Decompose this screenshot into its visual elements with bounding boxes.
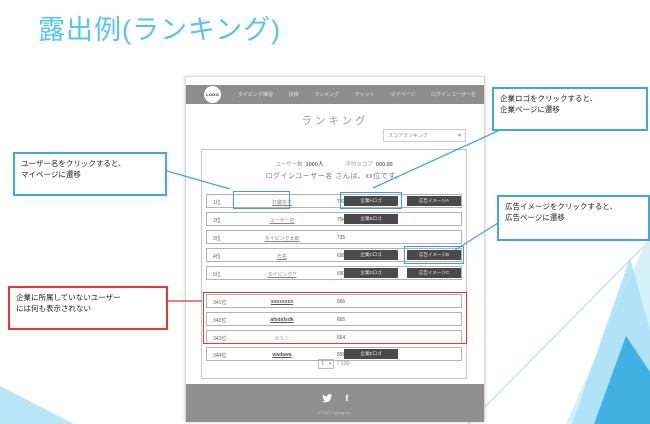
page-title: ランキング <box>186 113 484 128</box>
nav-item-chat[interactable]: チャット <box>355 91 375 98</box>
light-triangle <box>572 258 650 424</box>
username-you: あなた <box>242 335 322 342</box>
rank-cell: 344位 <box>213 352 226 359</box>
username-link[interactable]: タイピング太郎 <box>242 235 322 242</box>
company-logo-button[interactable]: 企業Cロゴ <box>344 250 398 260</box>
chevron-down-icon: ▾ <box>458 132 461 139</box>
site-footer: f © 2021 Typing Inc. <box>186 384 484 422</box>
rank-cell: 4位 <box>213 253 221 260</box>
users-value: 1000人 <box>306 162 324 168</box>
social-links: f <box>186 393 484 403</box>
score-cell: 666 <box>323 299 359 305</box>
rank-cell: 342位 <box>213 317 226 324</box>
score-cell: 665 <box>323 317 359 323</box>
pagination: 1 ▾ / 100 <box>202 359 466 369</box>
callout-company-logo: 企業ロゴをクリックすると、 企業ページに遷移 <box>492 87 648 131</box>
ranking-type-select[interactable]: スコアランキング ▾ <box>383 129 466 142</box>
nav-item-posts[interactable]: 投稿 <box>289 91 299 98</box>
username-link[interactable]: wadawa <box>242 352 322 358</box>
table-row: 1位 打鍵花子 789 企業Aロゴ 広告イメージA <box>206 194 462 208</box>
diagonal-line <box>468 240 650 424</box>
table-row: 343位 あなた 664 <box>206 330 462 344</box>
rank-cell: 343位 <box>213 335 226 342</box>
ranking-type-value: スコアランキング <box>388 132 428 139</box>
ad-image-button[interactable]: 広告イメージC <box>407 268 461 278</box>
ranking-page-mockup: LOGO タイピング練習 投稿 ランキング チャット マイページ ログインユーザ… <box>185 76 485 421</box>
company-logo-button[interactable]: 企業Dロゴ <box>344 268 398 278</box>
nav-item-typing-practice[interactable]: タイピング練習 <box>238 91 273 98</box>
rank-cell: 2位 <box>213 217 221 224</box>
main-nav: タイピング練習 投稿 ランキング チャット マイページ ログインユーザー名 <box>238 85 476 104</box>
username-link[interactable]: 打鍵花子 <box>242 199 322 206</box>
table-row: 4位 氏名 698 企業Cロゴ 広告イメージB <box>206 248 462 262</box>
rank-cell: 5位 <box>213 271 221 278</box>
nav-item-ranking[interactable]: ランキング <box>314 91 339 98</box>
table-row: 5位 タイピング** 690 企業Dロゴ 広告イメージC <box>206 266 462 280</box>
site-logo[interactable]: LOGO <box>204 86 221 103</box>
username-link[interactable]: afsdsfsdk <box>242 317 322 323</box>
page-select[interactable]: 1 ▾ <box>318 359 334 369</box>
chevron-down-icon: ▾ <box>329 361 332 367</box>
users-label: ユーザー数 <box>275 162 302 168</box>
table-row: 342位 afsdsfsdk 665 <box>206 312 462 326</box>
username-link[interactable]: ユーザー名 <box>242 217 322 224</box>
score-cell: 664 <box>323 335 359 341</box>
table-row: 2位 ユーザー名 754 企業Bロゴ <box>206 212 462 226</box>
login-user-rank-message: ログインユーザー名 さんは、xx位です。 <box>202 171 466 181</box>
rank-cell: 341位 <box>213 299 226 306</box>
page-number: 1 <box>321 361 324 367</box>
ranking-stats: ユーザー数 1000人 平均スコア000.00 <box>202 160 466 168</box>
rank-cell: 3位 <box>213 235 221 242</box>
bottom-left-triangle <box>0 386 74 424</box>
nav-item-mypage[interactable]: マイページ <box>390 91 415 98</box>
dark-triangle <box>594 336 650 424</box>
avg-score-label: 平均スコア <box>345 162 373 168</box>
ad-image-button[interactable]: 広告イメージB <box>407 250 461 260</box>
facebook-icon[interactable]: f <box>346 393 349 403</box>
nav-item-login-user[interactable]: ログインユーザー名 <box>431 91 476 98</box>
table-row: 341位 xxxxxxxx 666 <box>206 294 462 308</box>
ad-image-button[interactable]: 広告イメージA <box>407 196 461 206</box>
callout-username: ユーザー名をクリックすると、 マイページに遷移 <box>13 152 167 196</box>
callout-ad-image: 広告イメージをクリックすると、 広告ページに遷移 <box>497 195 650 241</box>
rank-cell: 1位 <box>213 199 221 206</box>
site-header: LOGO タイピング練習 投稿 ランキング チャット マイページ ログインユーザ… <box>186 85 484 104</box>
company-logo-button[interactable]: 企業Eロゴ <box>344 349 398 359</box>
ranking-panel: ユーザー数 1000人 平均スコア000.00 ログインユーザー名 さんは、xx位で… <box>201 149 467 379</box>
twitter-icon[interactable] <box>322 394 333 403</box>
table-row: 3位 タイピング太郎 735 <box>206 230 462 244</box>
slide-title: 露出例(ランキング) <box>38 8 281 47</box>
username-link[interactable]: xxxxxxxx <box>242 299 322 305</box>
avg-score-value: 000.00 <box>376 162 393 168</box>
page-total: / 100 <box>337 361 349 367</box>
score-cell: 735 <box>323 235 359 241</box>
username-link[interactable]: タイピング** <box>242 271 322 278</box>
pale-triangle <box>566 232 650 424</box>
copyright-text: © 2021 Typing Inc. <box>186 410 484 415</box>
company-logo-button[interactable]: 企業Bロゴ <box>344 214 398 224</box>
rows-ellipsis: ⋮ <box>202 279 466 285</box>
callout-no-company: 企業に所属していないユーザー には何も表示されない <box>8 286 168 330</box>
username-link[interactable]: 氏名 <box>242 253 322 260</box>
company-logo-button[interactable]: 企業Aロゴ <box>344 196 398 206</box>
